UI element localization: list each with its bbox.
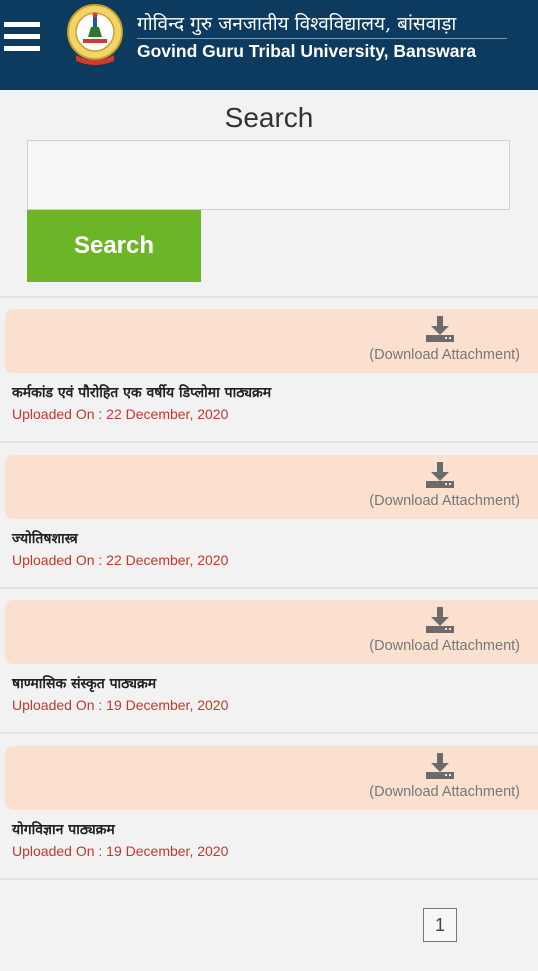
- card-divider: [0, 587, 538, 589]
- upload-date: Uploaded On : 22 December, 2020: [12, 552, 229, 568]
- download-icon: [426, 462, 454, 488]
- pagination-page-1[interactable]: 1: [423, 908, 457, 942]
- university-title-hindi: गोविन्द गुरु जनजातीय विश्वविद्यालय, बांस…: [137, 13, 457, 35]
- card-divider: [0, 732, 538, 734]
- app-header: गोविन्द गुरु जनजातीय विश्वविद्यालय, बांस…: [0, 0, 538, 90]
- card-divider: [0, 441, 538, 443]
- download-attachment-button[interactable]: (Download Attachment): [5, 309, 538, 373]
- document-title[interactable]: ज्योतिषशास्त्र: [12, 529, 78, 548]
- download-attachment-button[interactable]: (Download Attachment): [5, 455, 538, 519]
- university-title-english: Govind Guru Tribal University, Banswara: [137, 41, 477, 61]
- document-title[interactable]: कर्मकांड एवं पौरोहित एक वर्षीय डिप्लोमा …: [12, 383, 271, 402]
- title-divider: [137, 38, 507, 39]
- download-attachment-button[interactable]: (Download Attachment): [5, 746, 538, 810]
- section-divider: [0, 296, 538, 298]
- card-divider: [0, 878, 538, 880]
- download-icon: [426, 753, 454, 779]
- document-card: (Download Attachment) कर्मकांड एवं पौरोह…: [0, 309, 538, 441]
- search-input[interactable]: [27, 140, 510, 210]
- download-attachment-label: (Download Attachment): [369, 784, 520, 800]
- download-attachment-label: (Download Attachment): [369, 493, 520, 509]
- document-title[interactable]: योगविज्ञान पाठ्यक्रम: [12, 820, 115, 839]
- hamburger-menu-icon[interactable]: [4, 22, 40, 54]
- upload-date: Uploaded On : 22 December, 2020: [12, 406, 229, 422]
- download-attachment-label: (Download Attachment): [369, 638, 520, 654]
- document-card: (Download Attachment) षाण्मासिक संस्कृत …: [0, 600, 538, 732]
- search-heading: Search: [224, 102, 314, 133]
- download-attachment-button[interactable]: (Download Attachment): [5, 600, 538, 664]
- upload-date: Uploaded On : 19 December, 2020: [12, 697, 229, 713]
- search-button[interactable]: Search: [27, 210, 201, 282]
- document-card: (Download Attachment) ज्योतिषशास्त्र Upl…: [0, 455, 538, 587]
- upload-date: Uploaded On : 19 December, 2020: [12, 843, 229, 859]
- university-logo: [67, 4, 123, 65]
- download-attachment-label: (Download Attachment): [369, 347, 520, 363]
- download-icon: [426, 607, 454, 633]
- document-title[interactable]: षाण्मासिक संस्कृत पाठ्यक्रम: [12, 674, 156, 693]
- download-icon: [426, 316, 454, 342]
- document-card: (Download Attachment) योगविज्ञान पाठ्यक्…: [0, 746, 538, 878]
